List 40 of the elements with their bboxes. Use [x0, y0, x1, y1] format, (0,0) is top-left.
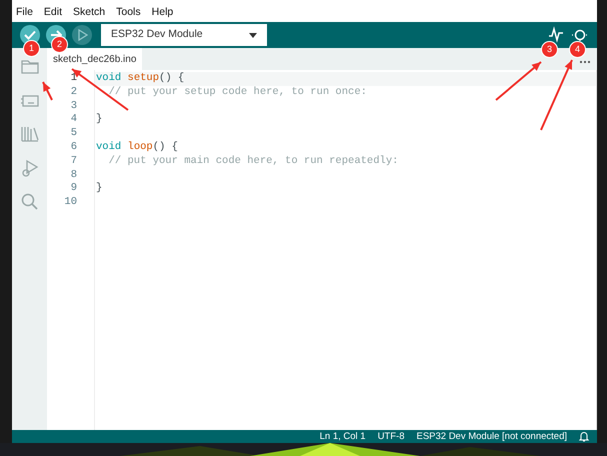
menu-item[interactable]: Edit [44, 5, 62, 22]
callout-number: 4 [570, 42, 585, 57]
code-line: // put your main code here, to run repeatedly: [108, 154, 398, 167]
bell-icon[interactable] [579, 431, 589, 442]
code-line: void loop() { [96, 140, 178, 153]
code-line: } [96, 182, 102, 194]
code-line: void setup() { [96, 72, 184, 84]
code-line: // put your setup code here, to run once: [108, 86, 367, 98]
callout-number: 1 [24, 41, 39, 56]
arrow [71, 68, 129, 111]
code-line: } [96, 113, 102, 126]
caret-icon [249, 32, 257, 38]
line-number: 6 [70, 140, 78, 155]
more-icon[interactable] [579, 60, 591, 64]
arrow [42, 82, 53, 100]
serial-plotter-button[interactable] [547, 26, 565, 44]
status-text: ESP32 Dev Module [not connected] [416, 430, 567, 443]
status-text: UTF-8 [378, 430, 404, 443]
menu-item[interactable]: File [16, 5, 33, 22]
board-dropdown[interactable]: ESP32 Dev Module [101, 24, 267, 46]
line-number: 9 [70, 182, 78, 196]
menu-item[interactable]: Help [152, 5, 174, 22]
verify-button[interactable] [20, 25, 40, 45]
callout-number: 3 [542, 42, 557, 57]
line-number: 7 [70, 154, 78, 169]
line-number: 3 [70, 100, 78, 114]
callout-number: 2 [52, 37, 67, 52]
line-number: 1 [70, 72, 78, 86]
status-text: Ln 1, Col 1 [320, 430, 366, 443]
debug-icon [76, 29, 88, 41]
file-tab[interactable]: sketch_dec26b.ino [47, 48, 142, 70]
line-number: 2 [70, 86, 78, 100]
line-number: 8 [70, 168, 78, 182]
menu-item[interactable]: Tools [116, 5, 141, 22]
line-number: 5 [70, 127, 78, 141]
check-icon [24, 29, 36, 41]
line-number: 4 [70, 113, 78, 128]
line-number: 10 [63, 196, 78, 210]
waveform-icon [547, 26, 565, 44]
menu-item[interactable]: Sketch [73, 5, 106, 22]
